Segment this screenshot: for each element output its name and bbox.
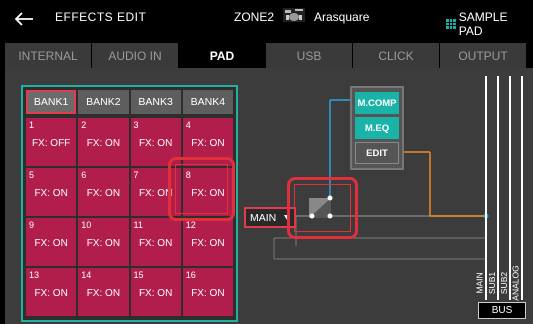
edit-fx-button[interactable]: EDIT xyxy=(355,142,399,164)
bus-channel-analog: ANALOG xyxy=(510,265,522,302)
signal-routing-diagram xyxy=(273,76,523,300)
bus-channel-label: MAIN xyxy=(475,272,485,294)
bus-channel-sub1: SUB1 xyxy=(486,266,498,302)
bus-channel-sub2: SUB2 xyxy=(498,266,510,302)
meq-button[interactable]: M.EQ xyxy=(355,117,399,139)
bus-channel-label: SUB1 xyxy=(487,271,497,295)
bus-channel-label: SUB2 xyxy=(499,271,509,295)
bus-channel-main: MAIN xyxy=(474,266,486,302)
switch-highlight xyxy=(287,177,358,239)
mcomp-button[interactable]: M.COMP xyxy=(355,92,399,114)
bus-label: BUS xyxy=(478,302,526,319)
fx-chain-box: M.COMP M.EQ EDIT xyxy=(350,86,404,170)
output-select-value: MAIN xyxy=(250,211,277,224)
bus-channel-label: ANALOG xyxy=(511,265,521,301)
bus-channel-labels: MAIN SUB1 SUB2 ANALOG xyxy=(474,265,524,302)
